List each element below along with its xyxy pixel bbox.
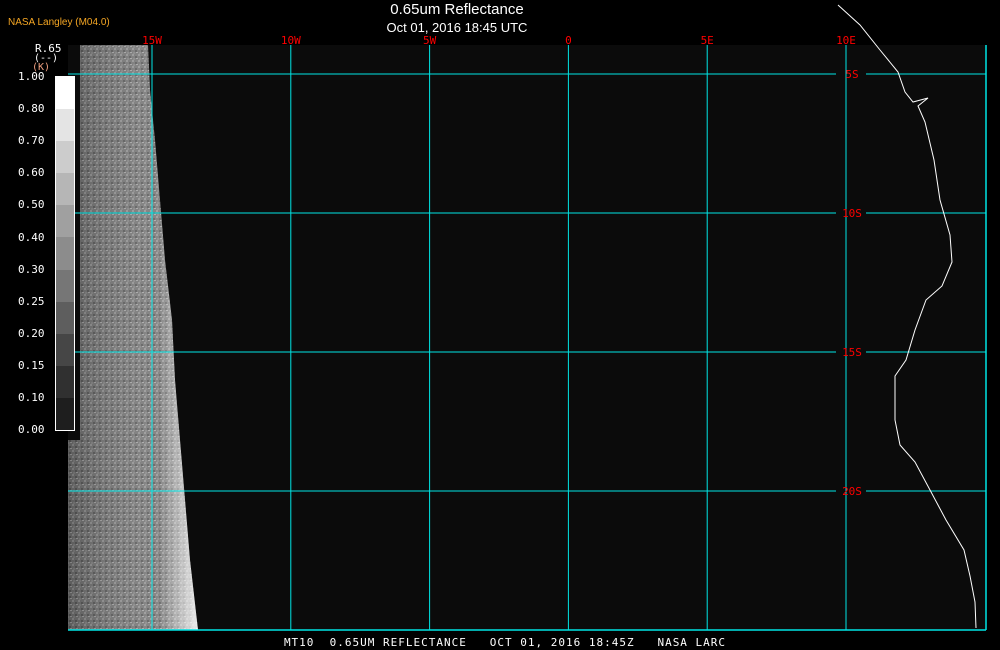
latitude-label: 20S bbox=[842, 485, 862, 498]
longitude-label: 15W bbox=[142, 34, 162, 47]
colorbar-label: 0.15 bbox=[18, 358, 45, 372]
colorbar-step bbox=[56, 205, 74, 238]
latitude-label: 15S bbox=[842, 346, 862, 359]
longitude-label: 5W bbox=[423, 34, 437, 47]
colorbar-step bbox=[56, 173, 74, 206]
colorbar-label: 0.50 bbox=[18, 198, 45, 212]
colorbar-label: 0.20 bbox=[18, 326, 45, 340]
ocean-area bbox=[68, 45, 986, 630]
latitude-label: 10S bbox=[842, 207, 862, 220]
colorbar-label: 0.80 bbox=[18, 102, 45, 116]
colorbar-step bbox=[56, 269, 74, 302]
colorbar-step bbox=[56, 237, 74, 270]
colorbar-step bbox=[56, 77, 74, 110]
latitude-label: 5S bbox=[845, 68, 858, 81]
longitude-label: 5E bbox=[701, 34, 714, 47]
colorbar-step bbox=[56, 109, 74, 142]
colorbar-label: 0.10 bbox=[18, 391, 45, 404]
colorbar-step bbox=[56, 333, 74, 366]
longitude-label: 10W bbox=[281, 34, 301, 47]
colorbar-step bbox=[56, 301, 74, 334]
colorbar-label: 0.25 bbox=[18, 294, 45, 308]
colorbar-label: 0.40 bbox=[18, 230, 45, 244]
colorbar-label: 0.30 bbox=[18, 262, 45, 276]
longitude-label: 10E bbox=[836, 34, 856, 47]
colorbar-label: 1.00 bbox=[18, 70, 45, 83]
colorbar-step bbox=[56, 365, 74, 398]
colorbar-label: 0.00 bbox=[18, 423, 45, 437]
footer-caption: MT10 0.65UM REFLECTANCE OCT 01, 2016 18:… bbox=[283, 636, 727, 649]
longitude-label: 0 bbox=[565, 34, 572, 47]
colorbar-label: 0.70 bbox=[18, 134, 45, 148]
colorbar bbox=[55, 76, 75, 431]
map-canvas: 15W 10W 5W 0 5E 10E 5S 10S 15S 20S bbox=[68, 4, 987, 631]
colorbar-label: 0.60 bbox=[18, 166, 45, 180]
colorbar-step bbox=[56, 141, 74, 174]
colorbar-step bbox=[56, 397, 74, 431]
